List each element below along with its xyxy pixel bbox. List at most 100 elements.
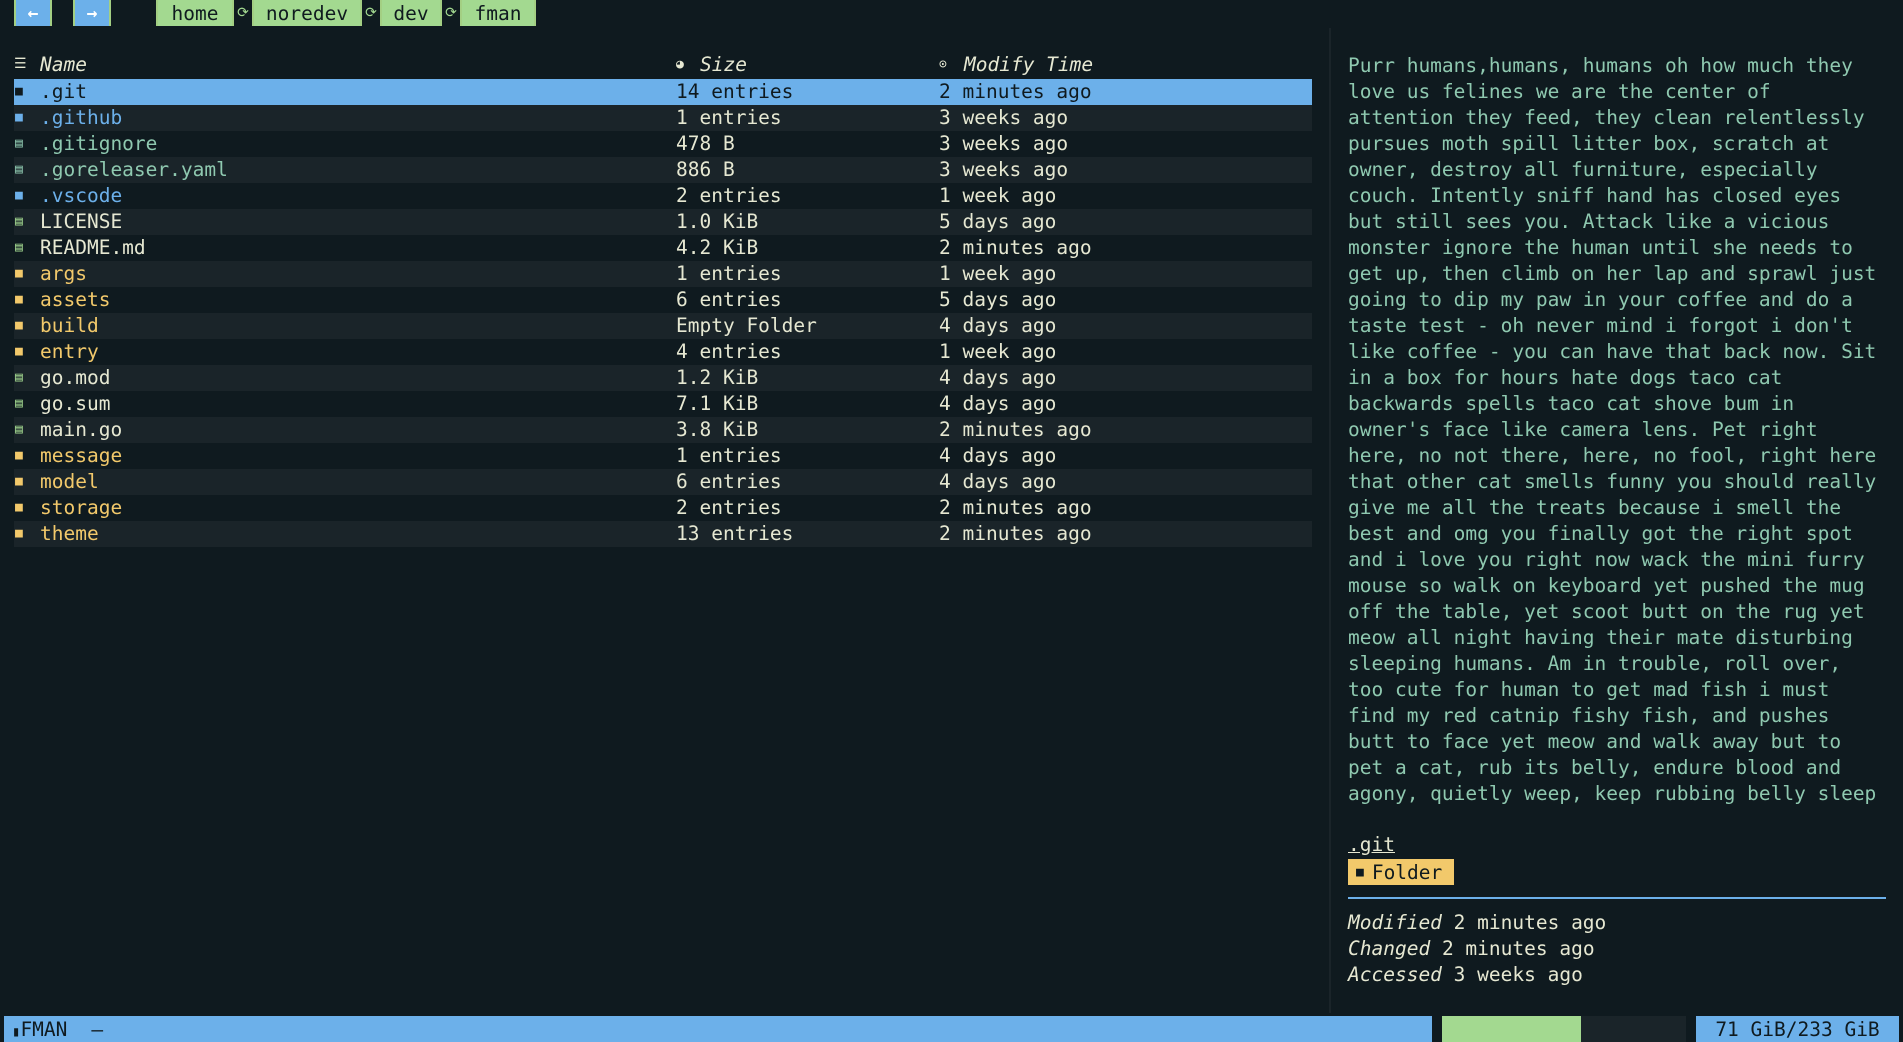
file-modify-time: 1 week ago — [939, 184, 1057, 207]
file-row[interactable]: ■ model 6 entries 4 days ago — [14, 469, 1312, 495]
file-row[interactable]: ▤ go.sum 7.1 KiB 4 days ago — [14, 391, 1312, 417]
preview-line: agony, quietly weep, keep rubbing belly … — [1348, 782, 1877, 805]
breadcrumb-item-fman[interactable]: fman — [460, 0, 536, 26]
file-size: 6 entries — [676, 288, 782, 311]
preview-line: Purr humans,humans, humans oh how much t… — [1348, 54, 1853, 77]
preview-line: couch. Intently sniff hand has closed ey… — [1348, 184, 1842, 207]
file-modify-time: 5 days ago — [939, 210, 1057, 233]
file-modify-time: 3 weeks ago — [939, 106, 1069, 129]
pie-chart-icon: ◕ — [676, 57, 684, 72]
back-button[interactable]: ← — [14, 0, 52, 26]
file-icon: ▤ — [15, 136, 23, 151]
app-name: ▮FMAN — [4, 1018, 67, 1041]
file-row[interactable]: ■ build Empty Folder 4 days ago — [14, 313, 1312, 339]
file-name: main.go — [40, 418, 123, 441]
file-size: 4.2 KiB — [676, 236, 759, 259]
file-name: README.md — [40, 236, 146, 259]
file-size: 7.1 KiB — [676, 392, 759, 415]
folder-icon: ■ — [1356, 864, 1364, 880]
file-row[interactable]: ▤ main.go 3.8 KiB 2 minutes ago — [14, 417, 1312, 443]
file-size: 886 B — [676, 158, 735, 181]
info-changed-value: 2 minutes ago — [1441, 937, 1595, 960]
file-row[interactable]: ▤ go.mod 1.2 KiB 4 days ago — [14, 365, 1312, 391]
preview-line: sleeping humans. Am in trouble, roll ove… — [1348, 652, 1842, 675]
file-row[interactable]: ▤ README.md 4.2 KiB 2 minutes ago — [14, 235, 1312, 261]
file-modify-time: 2 minutes ago — [939, 80, 1092, 103]
file-row[interactable]: ■ assets 6 entries 5 days ago — [14, 287, 1312, 313]
list-icon: ☰ — [14, 56, 27, 72]
file-modify-time: 2 minutes ago — [939, 236, 1092, 259]
file-size: 1.0 KiB — [676, 210, 759, 233]
file-row[interactable]: ▤ .gitignore 478 B 3 weeks ago — [14, 131, 1312, 157]
arrow-left-icon: ← — [27, 2, 39, 24]
file-modify-time: 1 week ago — [939, 340, 1057, 363]
file-row[interactable]: ■ .github 1 entries 3 weeks ago — [14, 105, 1312, 131]
file-row[interactable]: ■ args 1 entries 1 week ago — [14, 261, 1312, 287]
file-size: 478 B — [676, 132, 735, 155]
breadcrumb-separator-icon: ⟳ — [237, 5, 249, 21]
file-icon: ▤ — [15, 396, 23, 411]
preview-line: that other cat smells funny you should r… — [1348, 470, 1877, 493]
file-modify-time: 4 days ago — [939, 392, 1057, 415]
status-left: ▮FMAN — — [4, 1016, 1432, 1042]
file-row[interactable]: ■ message 1 entries 4 days ago — [14, 443, 1312, 469]
column-header-modified[interactable]: Modify Time — [964, 53, 1093, 76]
info-accessed-value: 3 weeks ago — [1453, 963, 1583, 986]
folder-icon: ■ — [15, 266, 23, 281]
file-name: assets — [40, 288, 111, 311]
file-name: LICENSE — [40, 210, 123, 233]
file-size: 14 entries — [676, 80, 794, 103]
file-row[interactable]: ▤ LICENSE 1.0 KiB 5 days ago — [14, 209, 1312, 235]
preview-line: like coffee - you can have that back now… — [1348, 340, 1877, 363]
clock-icon: ⊙ — [939, 57, 947, 72]
file-name: entry — [40, 340, 99, 363]
file-row[interactable]: ▤ .goreleaser.yaml 886 B 3 weeks ago — [14, 157, 1312, 183]
column-header-name[interactable]: Name — [40, 53, 87, 76]
folder-icon: ■ — [15, 292, 23, 307]
breadcrumb-separator-icon: ⟳ — [445, 5, 457, 21]
file-size: 1 entries — [676, 106, 782, 129]
preview-line: here, no not there, here, no fool, right… — [1348, 444, 1877, 467]
file-icon: ▤ — [15, 422, 23, 437]
file-size: Empty Folder — [676, 314, 817, 337]
preview-line: meow all night having their mate disturb… — [1348, 626, 1853, 649]
file-row[interactable]: ■ entry 4 entries 1 week ago — [14, 339, 1312, 365]
file-row[interactable]: ■ theme 13 entries 2 minutes ago — [14, 521, 1312, 547]
info-modified: Modified 2 minutes ago — [1348, 911, 1606, 934]
file-size: 3.8 KiB — [676, 418, 759, 441]
column-header-size[interactable]: Size — [700, 53, 747, 76]
folder-icon: ■ — [15, 344, 23, 359]
file-row[interactable]: ■ .vscode 2 entries 1 week ago — [14, 183, 1312, 209]
preview-line: attention they feed, they clean relentle… — [1348, 106, 1865, 129]
file-row[interactable]: ■ .git 14 entries 2 minutes ago — [14, 79, 1312, 105]
file-type-label: Folder — [1371, 860, 1443, 884]
folder-icon: ■ — [15, 526, 23, 541]
file-name: storage — [40, 496, 123, 519]
file-modify-time: 4 days ago — [939, 470, 1057, 493]
file-size: 2 entries — [676, 184, 782, 207]
file-size: 1.2 KiB — [676, 366, 759, 389]
file-row[interactable]: ■ storage 2 entries 2 minutes ago — [14, 495, 1312, 521]
folder-icon: ■ — [15, 448, 23, 463]
mode-indicator: — — [91, 1017, 104, 1041]
breadcrumb-item-dev[interactable]: dev — [380, 0, 442, 26]
folder-icon: ■ — [15, 500, 23, 515]
file-name: go.sum — [40, 392, 111, 415]
preview-line: owner, destroy all furniture, especially — [1348, 158, 1818, 181]
file-preview: Purr humans,humans, humans oh how much t… — [1348, 53, 1888, 807]
breadcrumb-item-home[interactable]: home — [156, 0, 234, 26]
preview-line: too cute for human to get mad fish i mus… — [1348, 678, 1830, 701]
preview-line: give me all the treats because i smell t… — [1348, 496, 1842, 519]
file-modify-time: 1 week ago — [939, 262, 1057, 285]
folder-icon: ■ — [15, 110, 23, 125]
breadcrumb-item-noredev[interactable]: noredev — [252, 0, 362, 26]
info-accessed-label: Accessed — [1348, 963, 1442, 986]
file-name: message — [40, 444, 123, 467]
forward-button[interactable]: → — [73, 0, 111, 26]
file-size: 2 entries — [676, 496, 782, 519]
preview-line: pet a cat, rub its belly, endure blood a… — [1348, 756, 1842, 779]
folder-icon: ■ — [15, 188, 23, 203]
folder-icon: ■ — [15, 474, 23, 489]
app-name-label: FMAN — [20, 1017, 68, 1041]
disk-usage-fill — [1442, 1016, 1582, 1042]
